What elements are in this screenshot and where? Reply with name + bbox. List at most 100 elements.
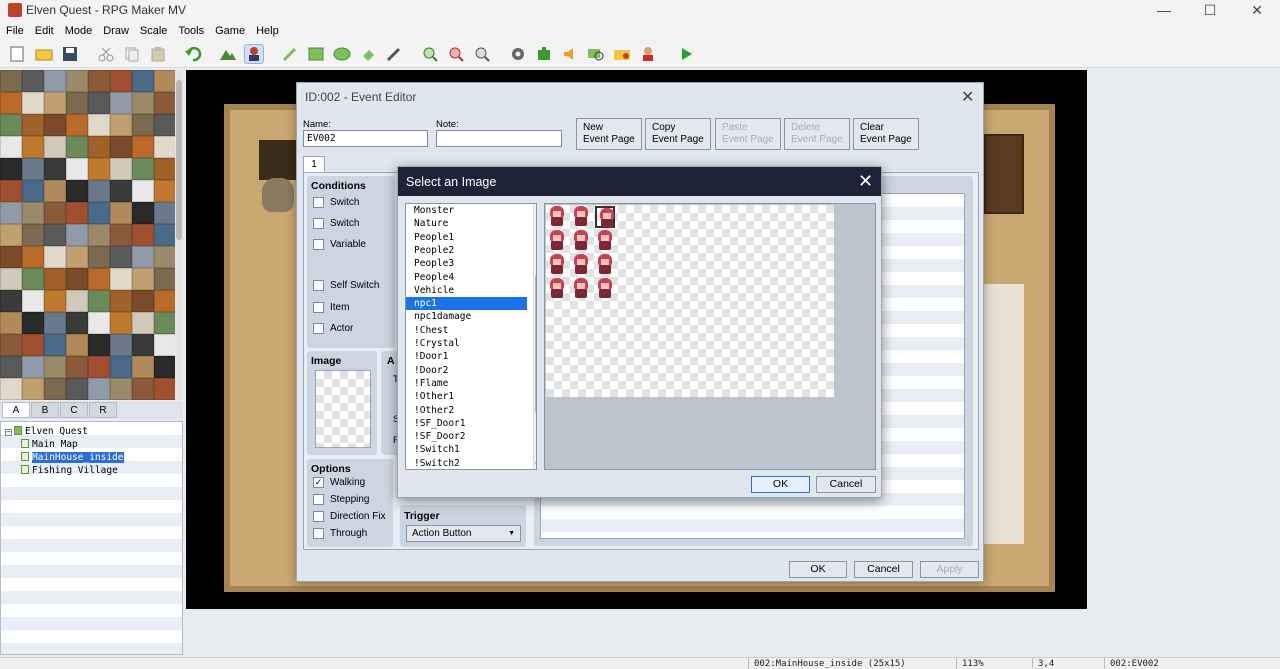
option-stepping[interactable]: Stepping xyxy=(313,494,369,505)
tile[interactable] xyxy=(22,312,44,334)
tile[interactable] xyxy=(154,202,176,224)
playtest-icon[interactable] xyxy=(676,44,696,64)
tile[interactable] xyxy=(0,202,22,224)
tile[interactable] xyxy=(66,246,88,268)
tile[interactable] xyxy=(88,70,110,92)
character-sprite[interactable] xyxy=(595,278,615,300)
tile[interactable] xyxy=(22,114,44,136)
resource-icon[interactable] xyxy=(612,44,632,64)
tile[interactable] xyxy=(154,378,176,400)
rectangle-icon[interactable] xyxy=(306,44,326,64)
new-page-button[interactable]: New Event Page xyxy=(576,118,642,150)
tile[interactable] xyxy=(132,378,154,400)
zoom-out-icon[interactable] xyxy=(446,44,466,64)
tile[interactable] xyxy=(154,114,176,136)
tile[interactable] xyxy=(88,312,110,334)
tile[interactable] xyxy=(0,378,22,400)
tile[interactable] xyxy=(44,202,66,224)
tile[interactable] xyxy=(66,70,88,92)
file-list-scroll-thumb[interactable] xyxy=(535,274,536,414)
palette-scroll-thumb[interactable] xyxy=(176,80,182,240)
tile[interactable] xyxy=(88,136,110,158)
character-sprite[interactable] xyxy=(571,254,591,276)
tile[interactable] xyxy=(154,334,176,356)
tile[interactable] xyxy=(66,158,88,180)
menu-file[interactable]: File xyxy=(6,22,30,40)
tile[interactable] xyxy=(88,268,110,290)
tab-a[interactable]: A xyxy=(2,402,30,418)
character-sprite[interactable] xyxy=(547,254,567,276)
tile[interactable] xyxy=(110,356,132,378)
copy-page-button[interactable]: Copy Event Page xyxy=(645,118,711,150)
menu-edit[interactable]: Edit xyxy=(35,22,60,40)
tile[interactable] xyxy=(44,224,66,246)
tile[interactable] xyxy=(132,334,154,356)
tile[interactable] xyxy=(132,268,154,290)
menu-help[interactable]: Help xyxy=(256,22,285,40)
cancel-button[interactable]: Cancel xyxy=(854,561,913,578)
tile[interactable] xyxy=(66,136,88,158)
tile[interactable] xyxy=(88,202,110,224)
save-icon[interactable] xyxy=(60,44,80,64)
note-field[interactable] xyxy=(436,130,562,147)
tile[interactable] xyxy=(0,334,22,356)
menu-tools[interactable]: Tools xyxy=(178,22,210,40)
tile-palette[interactable] xyxy=(0,70,178,400)
delete-page-button[interactable]: Delete Event Page xyxy=(784,118,850,150)
tile[interactable] xyxy=(22,246,44,268)
tile[interactable] xyxy=(22,180,44,202)
list-item[interactable]: !Switch1 xyxy=(406,443,527,456)
tile[interactable] xyxy=(88,246,110,268)
tile[interactable] xyxy=(132,180,154,202)
character-sprite[interactable] xyxy=(547,278,567,300)
maximize-button[interactable]: ☐ xyxy=(1187,0,1233,22)
character-sprite[interactable] xyxy=(547,230,567,252)
apply-button[interactable]: Apply xyxy=(920,561,979,578)
tile[interactable] xyxy=(88,290,110,312)
tile[interactable] xyxy=(22,136,44,158)
tile[interactable] xyxy=(110,290,132,312)
list-item[interactable]: Vehicle xyxy=(406,284,527,297)
tile[interactable] xyxy=(132,136,154,158)
menu-mode[interactable]: Mode xyxy=(65,22,99,40)
tile[interactable] xyxy=(22,92,44,114)
tile[interactable] xyxy=(154,92,176,114)
tab-b[interactable]: B xyxy=(31,402,59,418)
tile[interactable] xyxy=(132,92,154,114)
tile[interactable] xyxy=(0,136,22,158)
zoom-actual-icon[interactable] xyxy=(472,44,492,64)
tree-map-fishing[interactable]: Fishing Village xyxy=(1,464,182,477)
file-list[interactable]: Monster Nature People1 People2 People3 P… xyxy=(405,203,537,470)
database-icon[interactable] xyxy=(508,44,528,64)
map-mode-icon[interactable] xyxy=(218,44,238,64)
tile[interactable] xyxy=(154,180,176,202)
tile[interactable] xyxy=(110,92,132,114)
condition-item[interactable]: Item xyxy=(313,302,349,313)
tile[interactable] xyxy=(132,246,154,268)
character-generator-icon[interactable] xyxy=(638,44,658,64)
tile[interactable] xyxy=(66,202,88,224)
tile[interactable] xyxy=(0,180,22,202)
ok-button[interactable]: OK xyxy=(789,561,847,578)
tile[interactable] xyxy=(154,356,176,378)
tile[interactable] xyxy=(44,158,66,180)
tile[interactable] xyxy=(22,290,44,312)
tab-page-1[interactable]: 1 xyxy=(303,156,325,173)
tile[interactable] xyxy=(154,224,176,246)
plugin-icon[interactable] xyxy=(534,44,554,64)
list-item[interactable]: !Chest xyxy=(406,324,527,337)
image-preview-area[interactable] xyxy=(544,203,876,470)
list-item[interactable]: People1 xyxy=(406,231,527,244)
tree-map-main[interactable]: Main Map xyxy=(1,438,182,451)
tree-project[interactable]: − Elven Quest xyxy=(1,425,182,438)
tile[interactable] xyxy=(154,136,176,158)
tile[interactable] xyxy=(154,246,176,268)
list-item-selected[interactable]: npc1 xyxy=(406,297,527,311)
tile[interactable] xyxy=(132,114,154,136)
sound-test-icon[interactable] xyxy=(560,44,580,64)
paste-icon[interactable] xyxy=(148,44,168,64)
tile[interactable] xyxy=(110,312,132,334)
ellipse-icon[interactable] xyxy=(332,44,352,64)
tile[interactable] xyxy=(44,180,66,202)
tile[interactable] xyxy=(132,224,154,246)
